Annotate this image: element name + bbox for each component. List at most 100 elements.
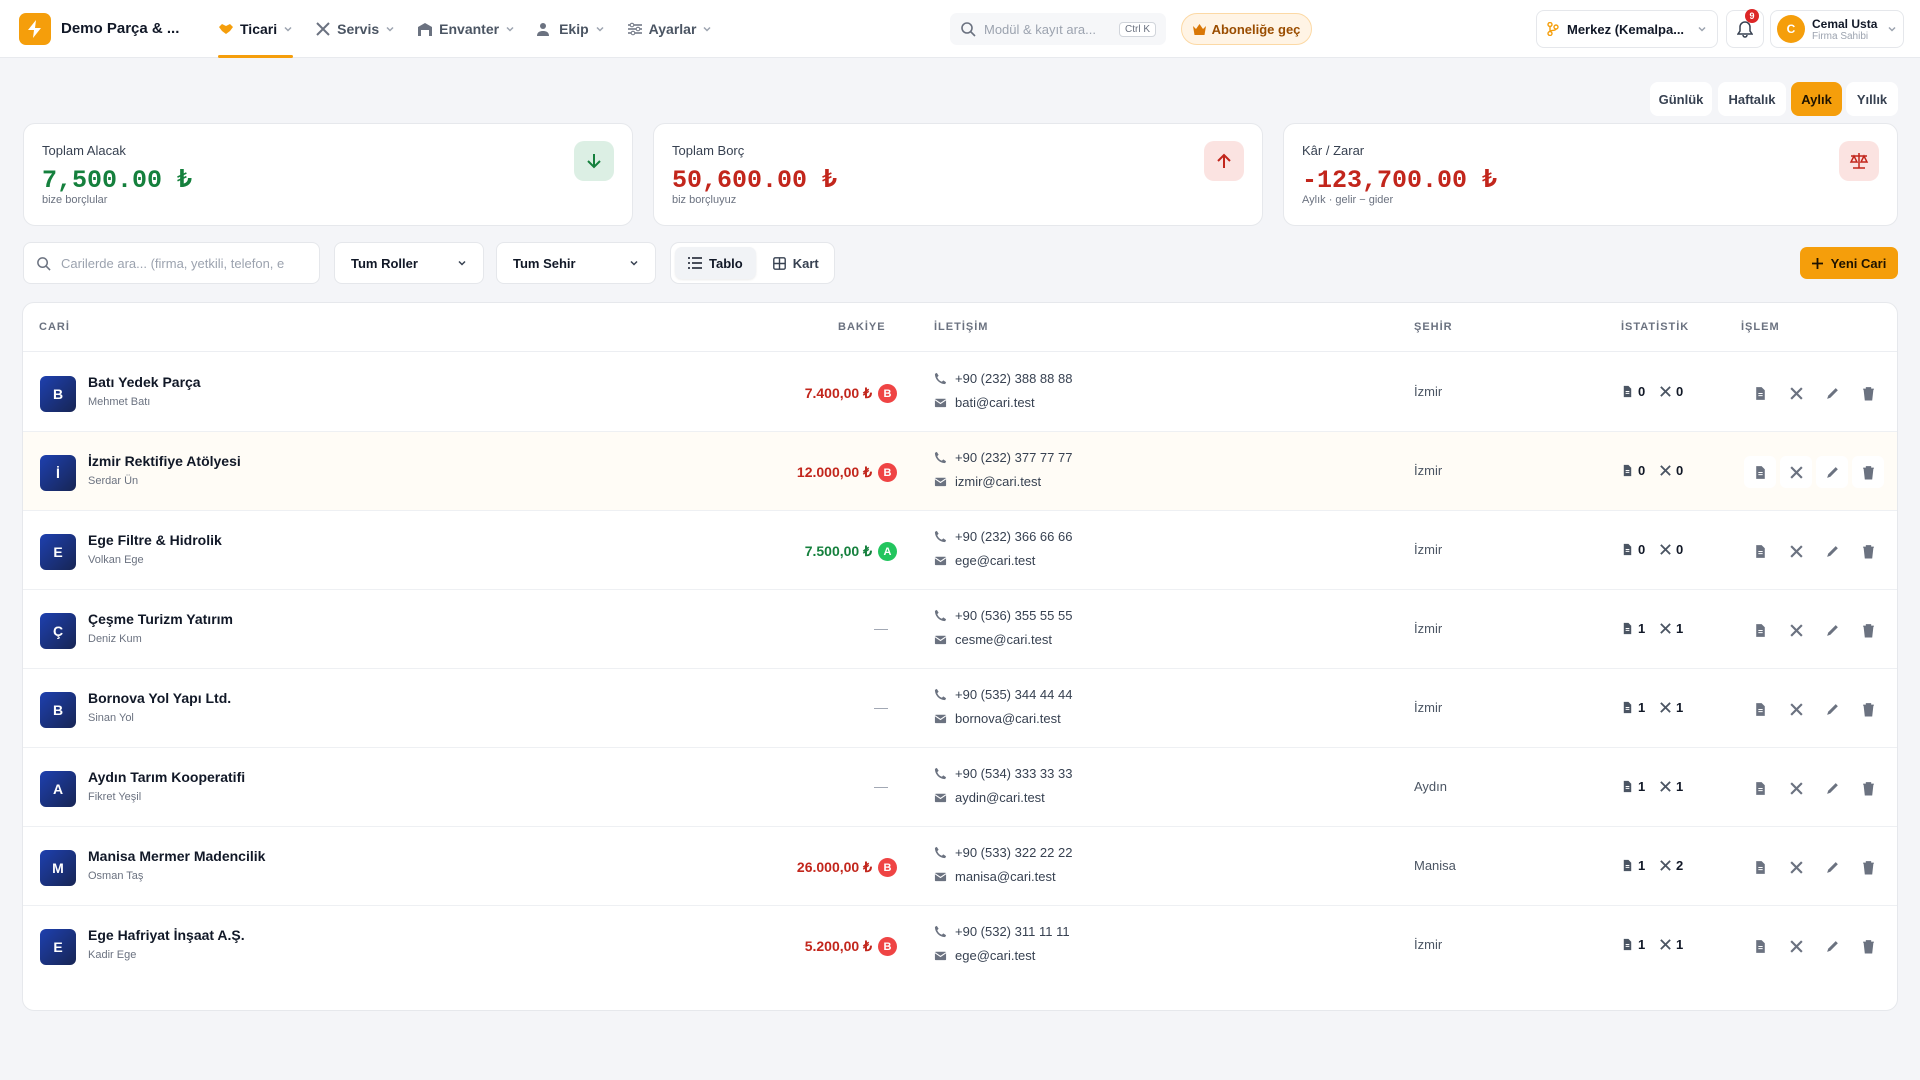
email[interactable]: aydin@cari.test [934, 790, 1045, 805]
pencil-icon [1826, 387, 1838, 399]
delete-button[interactable] [1852, 614, 1884, 646]
delete-button[interactable] [1852, 693, 1884, 725]
trash-icon [1862, 781, 1874, 795]
notifications-button[interactable]: 9 [1726, 9, 1764, 48]
cari-name[interactable]: Ege Filtre & Hidrolik [88, 532, 222, 548]
card-sub: bize borçlular [42, 194, 108, 206]
table-row[interactable]: B Bornova Yol Yapı Ltd. Sinan Yol — +90 … [23, 669, 1897, 748]
nav-label: Ayarlar [648, 21, 697, 37]
edit-button[interactable] [1816, 693, 1848, 725]
email[interactable]: izmir@cari.test [934, 474, 1041, 489]
edit-button[interactable] [1816, 614, 1848, 646]
document-action-button[interactable] [1744, 377, 1776, 409]
service-action-button[interactable] [1780, 851, 1812, 883]
document-action-button[interactable] [1744, 851, 1776, 883]
pencil-icon [1826, 545, 1838, 557]
cari-search-input[interactable]: Carilerde ara... (firma, yetkili, telefo… [23, 242, 320, 284]
branch-selector[interactable]: Merkez (Kemalpa... [1536, 10, 1718, 48]
delete-button[interactable] [1852, 772, 1884, 804]
document-action-button[interactable] [1744, 930, 1776, 962]
nav-ekip[interactable]: Ekip [529, 0, 613, 58]
edit-button[interactable] [1816, 772, 1848, 804]
table-row[interactable]: Ç Çeşme Turizm Yatırım Deniz Kum — +90 (… [23, 590, 1897, 669]
brand-name[interactable]: Demo Parça & ... [61, 20, 179, 37]
cari-name[interactable]: Manisa Mermer Madencilik [88, 848, 265, 864]
delete-button[interactable] [1852, 377, 1884, 409]
new-cari-button[interactable]: Yeni Cari [1800, 247, 1898, 279]
phone[interactable]: +90 (533) 322 22 22 [934, 845, 1072, 860]
user-menu[interactable]: C Cemal Usta Firma Sahibi [1770, 10, 1904, 48]
service-action-button[interactable] [1780, 930, 1812, 962]
email[interactable]: bornova@cari.test [934, 711, 1061, 726]
email[interactable]: ege@cari.test [934, 553, 1035, 568]
document-action-button[interactable] [1744, 535, 1776, 567]
email[interactable]: manisa@cari.test [934, 869, 1056, 884]
phone[interactable]: +90 (534) 333 33 33 [934, 766, 1072, 781]
document-action-button[interactable] [1744, 614, 1776, 646]
edit-button[interactable] [1816, 535, 1848, 567]
email[interactable]: ege@cari.test [934, 948, 1035, 963]
table-row[interactable]: M Manisa Mermer Madencilik Osman Taş 26.… [23, 827, 1897, 906]
period-yillik[interactable]: Yıllık [1846, 82, 1898, 116]
balance: 12.000,00 ₺ B [797, 463, 897, 482]
cari-name[interactable]: Çeşme Turizm Yatırım [88, 611, 233, 627]
card-profit-loss: Kâr / Zarar -123,700.00 ₺ Aylık · gelir … [1283, 123, 1898, 226]
service-action-button[interactable] [1780, 377, 1812, 409]
table-row[interactable]: E Ege Hafriyat İnşaat A.Ş. Kadir Ege 5.2… [23, 906, 1897, 985]
phone[interactable]: +90 (536) 355 55 55 [934, 608, 1072, 623]
delete-button[interactable] [1852, 851, 1884, 883]
view-table-button[interactable]: Tablo [675, 247, 756, 279]
subscribe-label: Aboneliğe geç [1211, 21, 1301, 37]
phone[interactable]: +90 (535) 344 44 44 [934, 687, 1072, 702]
phone[interactable]: +90 (232) 366 66 66 [934, 529, 1072, 544]
service-action-button[interactable] [1780, 614, 1812, 646]
cari-contact-person: Osman Taş [88, 870, 144, 882]
subscribe-button[interactable]: Aboneliğe geç [1181, 13, 1312, 45]
table-row[interactable]: B Batı Yedek Parça Mehmet Batı 7.400,00 … [23, 353, 1897, 432]
cari-name[interactable]: Aydın Tarım Kooperatifi [88, 769, 245, 785]
period-aylik[interactable]: Aylık [1791, 82, 1842, 116]
cari-name[interactable]: Batı Yedek Parça [88, 374, 201, 390]
service-action-button[interactable] [1780, 535, 1812, 567]
cari-name[interactable]: Ege Hafriyat İnşaat A.Ş. [88, 927, 245, 943]
phone[interactable]: +90 (232) 388 88 88 [934, 371, 1072, 386]
chevron-down-icon [1698, 26, 1706, 32]
document-action-button[interactable] [1744, 693, 1776, 725]
edit-button[interactable] [1816, 456, 1848, 488]
role-select[interactable]: Tum Roller [334, 242, 484, 284]
table-row[interactable]: İ İzmir Rektifiye Atölyesi Serdar Ün 12.… [23, 432, 1897, 511]
nav-envanter[interactable]: Envanter [409, 0, 523, 58]
delete-button[interactable] [1852, 535, 1884, 567]
document-action-button[interactable] [1744, 772, 1776, 804]
city: İzmir [1414, 621, 1443, 636]
cari-name[interactable]: Bornova Yol Yapı Ltd. [88, 690, 231, 706]
phone[interactable]: +90 (232) 377 77 77 [934, 450, 1072, 465]
balance-badge: B [878, 937, 897, 956]
delete-button[interactable] [1852, 930, 1884, 962]
global-search[interactable]: Modül & kayıt ara... Ctrl K [950, 13, 1166, 45]
lightning-icon [28, 20, 41, 38]
period-haftalik[interactable]: Haftalık [1718, 82, 1786, 116]
branch-icon [1547, 22, 1559, 36]
phone[interactable]: +90 (532) 311 11 11 [934, 924, 1070, 939]
document-action-button[interactable] [1744, 456, 1776, 488]
service-action-button[interactable] [1780, 772, 1812, 804]
email[interactable]: cesme@cari.test [934, 632, 1052, 647]
city-select[interactable]: Tum Sehir [496, 242, 656, 284]
email[interactable]: bati@cari.test [934, 395, 1035, 410]
service-action-button[interactable] [1780, 693, 1812, 725]
nav-ayarlar[interactable]: Ayarlar [619, 0, 721, 58]
service-action-button[interactable] [1780, 456, 1812, 488]
edit-button[interactable] [1816, 930, 1848, 962]
table-row[interactable]: A Aydın Tarım Kooperatifi Fikret Yeşil —… [23, 748, 1897, 827]
period-gunluk[interactable]: Günlük [1650, 82, 1712, 116]
table-row[interactable]: E Ege Filtre & Hidrolik Volkan Ege 7.500… [23, 511, 1897, 590]
app-logo[interactable] [19, 13, 51, 45]
edit-button[interactable] [1816, 851, 1848, 883]
cari-name[interactable]: İzmir Rektifiye Atölyesi [88, 453, 241, 469]
view-card-button[interactable]: Kart [760, 247, 832, 279]
nav-servis[interactable]: Servis [307, 0, 403, 58]
edit-button[interactable] [1816, 377, 1848, 409]
delete-button[interactable] [1852, 456, 1884, 488]
nav-ticari[interactable]: Ticari [210, 0, 301, 58]
